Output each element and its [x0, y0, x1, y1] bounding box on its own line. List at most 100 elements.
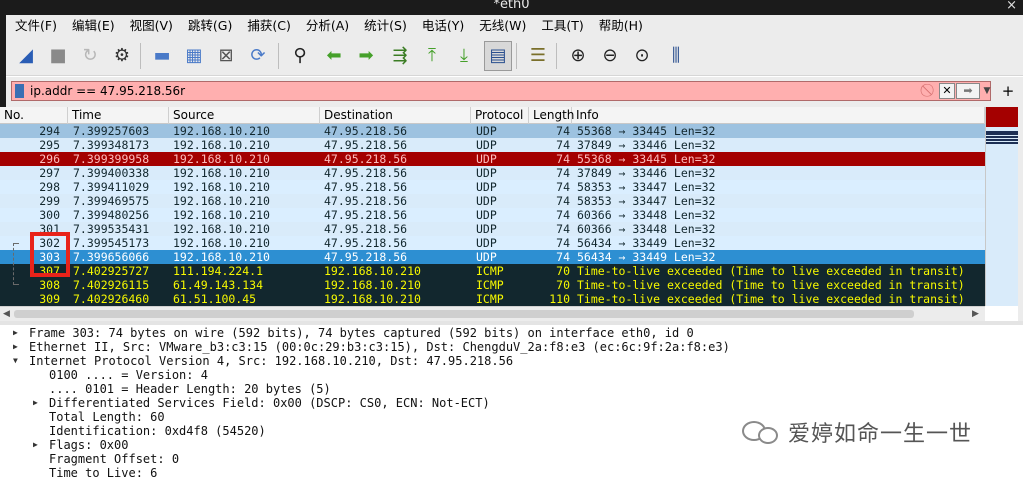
menu-file[interactable]: 文件(F): [6, 15, 63, 37]
packet-protocol: UDP: [476, 222, 497, 236]
packet-row[interactable]: 298 7.399411029 192.168.10.210 47.95.218.56…: [0, 180, 985, 194]
expand-arrow-icon[interactable]: ▶: [33, 396, 38, 410]
apply-filter-button[interactable]: ➡: [956, 83, 980, 99]
packet-protocol: UDP: [476, 194, 497, 208]
packet-source: 192.168.10.210: [173, 236, 270, 250]
expand-arrow-icon[interactable]: ▶: [13, 326, 18, 340]
packet-list-hscrollbar[interactable]: ◀ ▶: [0, 306, 985, 321]
scroll-left-icon[interactable]: ◀: [3, 307, 10, 321]
menu-go[interactable]: 跳转(G): [179, 15, 238, 37]
detail-tree-item[interactable]: .... 0101 = Header Length: 20 bytes (5): [49, 382, 331, 396]
go-to-packet-icon[interactable]: ⇶: [386, 41, 414, 71]
autoscroll-icon[interactable]: ▤: [484, 41, 512, 71]
main-toolbar: ◢ ■ ↻ ⚙ ▬ ▦ ⊠ ⟳ ⚲ ⬅ ➡ ⇶ ⤒ ⤓ ▤ ☰ ⊕ ⊖ ⊙ ⫼: [6, 37, 1023, 76]
annotation-highlight-box: [30, 232, 70, 277]
detail-tree-item[interactable]: 0100 .... = Version: 4: [49, 368, 208, 382]
hscroll-thumb[interactable]: [14, 310, 914, 318]
packet-row[interactable]: 296 7.399399958 192.168.10.210 47.95.218.56…: [0, 152, 985, 166]
start-capture-icon[interactable]: ◢: [12, 41, 40, 71]
packet-time: 7.402926115: [73, 278, 150, 292]
packet-length: 74: [556, 208, 570, 222]
collapse-arrow-icon[interactable]: ▼: [13, 354, 18, 368]
packet-list-vscrollbar[interactable]: [1018, 107, 1023, 321]
packet-minimap[interactable]: [985, 107, 1019, 306]
stop-capture-icon[interactable]: ■: [44, 41, 72, 71]
menu-capture[interactable]: 捕获(C): [238, 15, 296, 37]
col-info-header[interactable]: Info: [572, 107, 985, 124]
scroll-right-icon[interactable]: ▶: [972, 307, 979, 321]
packet-row[interactable]: 307 7.402925727 111.194.224.1 192.168.10.21…: [0, 264, 985, 278]
packet-row[interactable]: 297 7.399400338 192.168.10.210 47.95.218.56…: [0, 166, 985, 180]
go-forward-icon[interactable]: ➡: [352, 41, 380, 71]
menu-help[interactable]: 帮助(H): [590, 15, 649, 37]
packet-length: 74: [556, 194, 570, 208]
detail-tree-item[interactable]: Identification: 0xd4f8 (54520): [49, 424, 266, 438]
col-source-header[interactable]: Source: [169, 107, 320, 124]
packet-info: 56434 → 33449 Len=32: [577, 236, 716, 250]
filter-history-dropdown[interactable]: ▼: [982, 83, 992, 99]
detail-tree-item[interactable]: Fragment Offset: 0: [49, 452, 179, 466]
packet-row[interactable]: 308 7.402926115 61.49.143.134 192.168.10.21…: [0, 278, 985, 292]
detail-tree-item[interactable]: Time to Live: 6: [49, 466, 157, 478]
packet-destination: 192.168.10.210: [324, 292, 421, 306]
zoom-in-icon[interactable]: ⊕: [564, 41, 592, 71]
open-file-icon[interactable]: ▬: [148, 41, 176, 71]
packet-row[interactable]: 295 7.399348173 192.168.10.210 47.95.218.56…: [0, 138, 985, 152]
packet-row[interactable]: 309 7.402926460 61.51.100.45 192.168.10.210…: [0, 292, 985, 306]
packet-row[interactable]: 301 7.399535431 192.168.10.210 47.95.218.56…: [0, 222, 985, 236]
minimap-band: [986, 131, 1019, 135]
menu-telephony[interactable]: 电话(Y): [413, 15, 470, 37]
col-no-header[interactable]: No.: [0, 107, 68, 124]
menu-statistics[interactable]: 统计(S): [355, 15, 413, 37]
zoom-reset-icon[interactable]: ⊙: [628, 41, 656, 71]
packet-row[interactable]: 300 7.399480256 192.168.10.210 47.95.218.56…: [0, 208, 985, 222]
packet-source: 192.168.10.210: [173, 208, 270, 222]
expand-arrow-icon[interactable]: ▶: [13, 340, 18, 354]
detail-tree-item[interactable]: Differentiated Services Field: 0x00 (DSC…: [49, 396, 490, 410]
packet-info: Time-to-live exceeded (Time to live exce…: [577, 292, 965, 306]
detail-tree-item[interactable]: Total Length: 60: [49, 410, 165, 424]
detail-tree-item[interactable]: Frame 303: 74 bytes on wire (592 bits), …: [29, 326, 694, 340]
capture-options-icon[interactable]: ⚙: [108, 41, 136, 71]
packet-row[interactable]: 294 7.399257603 192.168.10.210 47.95.218.56…: [0, 124, 985, 138]
packet-length: 74: [556, 250, 570, 264]
packet-time: 7.402925727: [73, 264, 150, 278]
go-back-icon[interactable]: ⬅: [320, 41, 348, 71]
col-time-header[interactable]: Time: [68, 107, 169, 124]
packet-source: 192.168.10.210: [173, 250, 270, 264]
packet-row[interactable]: 302 7.399545173 192.168.10.210 47.95.218.56…: [0, 236, 985, 250]
packet-row[interactable]: 299 7.399469575 192.168.10.210 47.95.218.56…: [0, 194, 985, 208]
resize-columns-icon[interactable]: ⫼: [662, 41, 690, 71]
restart-capture-icon[interactable]: ↻: [76, 41, 104, 71]
packet-destination: 47.95.218.56: [324, 194, 408, 208]
reload-file-icon[interactable]: ⟳: [244, 41, 272, 71]
menu-analyze[interactable]: 分析(A): [297, 15, 355, 37]
find-packet-icon[interactable]: ⚲: [286, 41, 314, 71]
packet-row[interactable]: 303 7.399656066 192.168.10.210 47.95.218.56…: [0, 250, 985, 264]
colorize-icon[interactable]: ☰: [524, 41, 552, 71]
zoom-out-icon[interactable]: ⊖: [596, 41, 624, 71]
menu-tools[interactable]: 工具(T): [532, 15, 589, 37]
toolbar-separator: [278, 43, 279, 69]
close-window-icon[interactable]: ×: [1006, 0, 1017, 13]
display-filter-input[interactable]: [30, 83, 910, 99]
detail-tree-item[interactable]: Internet Protocol Version 4, Src: 192.16…: [29, 354, 513, 368]
save-file-icon[interactable]: ▦: [180, 41, 208, 71]
col-length-header[interactable]: Length: [529, 107, 574, 124]
go-last-icon[interactable]: ⤓: [450, 41, 478, 71]
clear-filter-button[interactable]: ✕: [939, 83, 955, 99]
window-title: *eth0: [493, 0, 530, 12]
packet-number: 295: [39, 138, 60, 152]
col-destination-header[interactable]: Destination: [320, 107, 471, 124]
menu-edit[interactable]: 编辑(E): [63, 15, 121, 37]
col-protocol-header[interactable]: Protocol: [471, 107, 529, 124]
go-first-icon[interactable]: ⤒: [418, 41, 446, 71]
add-filter-button[interactable]: +: [999, 81, 1017, 101]
menu-view[interactable]: 视图(V): [121, 15, 179, 37]
expand-arrow-icon[interactable]: ▶: [33, 438, 38, 452]
detail-tree-item[interactable]: Ethernet II, Src: VMware_b3:c3:15 (00:0c…: [29, 340, 730, 354]
close-file-icon[interactable]: ⊠: [212, 41, 240, 71]
filter-bookmark-icon[interactable]: [15, 84, 24, 98]
menu-wireless[interactable]: 无线(W): [470, 15, 532, 37]
detail-tree-item[interactable]: Flags: 0x00: [49, 438, 128, 452]
